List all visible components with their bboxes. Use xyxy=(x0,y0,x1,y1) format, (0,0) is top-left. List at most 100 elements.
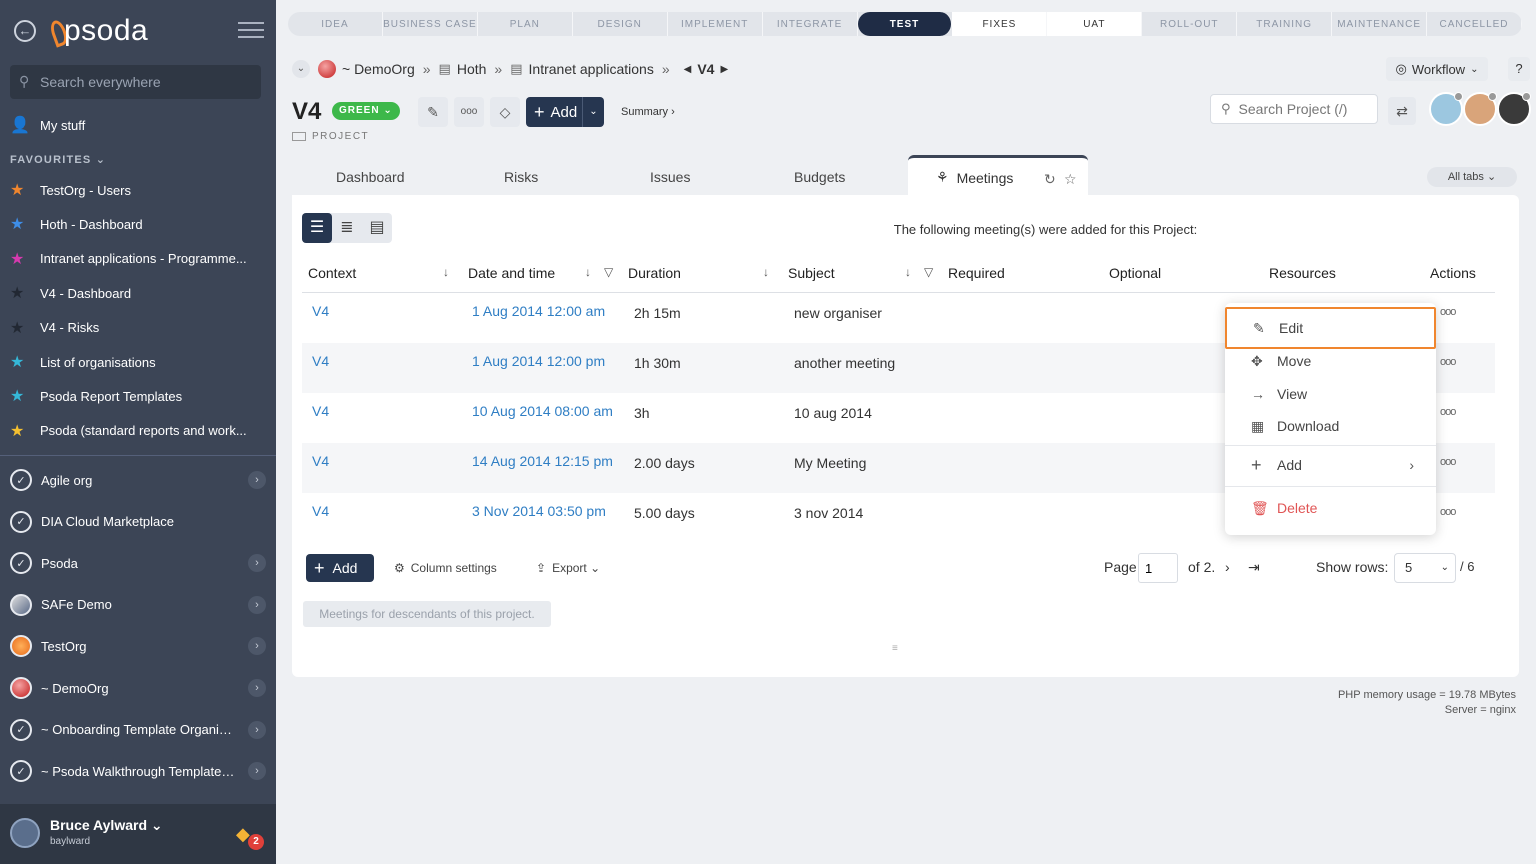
menu-move[interactable]: ✥ Move xyxy=(1225,346,1436,376)
breadcrumb-portfolio[interactable]: Hoth xyxy=(457,61,487,77)
breadcrumb-org[interactable]: ~ DemoOrg xyxy=(342,61,415,77)
column-settings-button[interactable]: ⚙ Column settings xyxy=(394,561,497,575)
favourite-item[interactable]: ★ TestOrg - Users xyxy=(10,178,260,202)
tab-dashboard[interactable]: Dashboard xyxy=(336,169,405,185)
tab-risks[interactable]: Risks xyxy=(504,169,538,185)
chevron-right-icon[interactable]: › xyxy=(248,762,266,781)
stage-training[interactable]: TRAINING xyxy=(1237,12,1333,36)
row-date-link[interactable]: 10 Aug 2014 08:00 am xyxy=(472,403,613,419)
row-context-link[interactable]: V4 xyxy=(312,303,329,319)
psoda-logo[interactable]: psoda xyxy=(64,14,148,48)
avatar[interactable] xyxy=(1497,92,1531,126)
row-actions-icon[interactable]: ooo xyxy=(1440,406,1456,418)
col-date[interactable]: Date and time xyxy=(468,265,555,281)
next-project-icon[interactable]: ▶ xyxy=(720,64,728,75)
stage-business-case[interactable]: BUSINESS CASE xyxy=(383,12,478,36)
org-item[interactable]: ✓ Psoda › xyxy=(10,548,268,578)
row-date-link[interactable]: 1 Aug 2014 12:00 am xyxy=(472,303,605,319)
resize-handle-icon[interactable]: ≡ xyxy=(892,643,898,654)
stage-cancelled[interactable]: CANCELLED xyxy=(1427,12,1522,36)
chevron-right-icon[interactable]: › xyxy=(248,679,266,697)
row-actions-icon[interactable]: ooo xyxy=(1440,356,1456,368)
sort-icon[interactable]: ↓ xyxy=(905,265,911,279)
menu-delete[interactable]: 🗑 Delete xyxy=(1225,493,1436,523)
rows-per-page-select[interactable]: 5 ⌄ xyxy=(1394,553,1456,583)
collapse-sidebar-icon[interactable] xyxy=(238,22,264,40)
favourite-item[interactable]: ★ V4 - Risks xyxy=(10,316,260,340)
add-meeting-button[interactable]: + Add xyxy=(306,554,374,582)
stage-idea[interactable]: IDEA xyxy=(288,12,383,36)
org-item[interactable]: ✓ ~ Psoda Walkthrough Template P... › xyxy=(10,756,268,786)
col-subject[interactable]: Subject xyxy=(788,265,835,281)
stage-design[interactable]: DESIGN xyxy=(573,12,668,36)
sort-icon[interactable]: ↓ xyxy=(585,265,591,279)
more-actions-button[interactable]: ooo xyxy=(454,97,484,127)
stage-roll-out[interactable]: ROLL-OUT xyxy=(1142,12,1238,36)
org-item[interactable]: ~ DemoOrg › xyxy=(10,673,268,703)
favourite-item[interactable]: ★ Intranet applications - Programme... xyxy=(10,247,260,271)
user-menu[interactable]: Bruce Aylward ⌄ xyxy=(50,817,163,834)
all-tabs-button[interactable]: All tabs ⌄ xyxy=(1427,167,1517,187)
stage-maintenance[interactable]: MAINTENANCE xyxy=(1332,12,1428,36)
chevron-right-icon[interactable]: › xyxy=(248,720,266,739)
stage-plan[interactable]: PLAN xyxy=(478,12,573,36)
add-button[interactable]: + Add ⌄ xyxy=(526,97,604,127)
favourites-header[interactable]: FAVOURITES ⌄ xyxy=(10,153,106,166)
chevron-right-icon[interactable]: › xyxy=(248,471,266,489)
row-context-link[interactable]: V4 xyxy=(312,403,329,419)
next-page-icon[interactable]: › xyxy=(1225,559,1230,575)
row-context-link[interactable]: V4 xyxy=(312,453,329,469)
breadcrumb-programme[interactable]: Intranet applications xyxy=(529,61,654,77)
sort-icon[interactable]: ↓ xyxy=(443,265,449,279)
menu-view[interactable]: → View xyxy=(1225,379,1436,409)
stage-test[interactable]: TEST xyxy=(857,12,953,36)
col-duration[interactable]: Duration xyxy=(628,265,681,281)
filter-icon[interactable]: ▽ xyxy=(924,265,933,279)
org-item[interactable]: ✓ DIA Cloud Marketplace xyxy=(10,507,268,537)
star-icon[interactable]: ☆ xyxy=(1064,171,1077,188)
filter-icon[interactable]: ▽ xyxy=(604,265,613,279)
org-item[interactable]: ✓ Agile org › xyxy=(10,465,268,495)
project-search[interactable]: ⚲ Search Project (/) xyxy=(1210,94,1378,124)
org-item[interactable]: SAFe Demo › xyxy=(10,590,268,620)
previous-project-icon[interactable]: ◀ xyxy=(684,64,692,75)
row-date-link[interactable]: 3 Nov 2014 03:50 pm xyxy=(472,503,606,519)
menu-edit[interactable]: ✎ Edit xyxy=(1225,307,1436,349)
favourite-item[interactable]: ★ List of organisations xyxy=(10,350,260,374)
row-date-link[interactable]: 1 Aug 2014 12:00 pm xyxy=(472,353,605,369)
descendants-button[interactable]: Meetings for descendants of this project… xyxy=(303,601,551,627)
favourite-item[interactable]: ★ Hoth - Dashboard xyxy=(10,212,260,236)
favourite-item[interactable]: ★ Psoda Report Templates xyxy=(10,384,260,408)
tag-button[interactable]: ◇ xyxy=(490,97,520,127)
summary-link[interactable]: Summary › xyxy=(621,106,675,118)
avatar[interactable] xyxy=(10,818,40,848)
row-context-link[interactable]: V4 xyxy=(312,503,329,519)
row-date-link[interactable]: 14 Aug 2014 12:15 pm xyxy=(472,453,613,469)
row-actions-icon[interactable]: ooo xyxy=(1440,456,1456,468)
last-page-icon[interactable]: ⇥ xyxy=(1248,559,1260,576)
row-actions-icon[interactable]: ooo xyxy=(1440,306,1456,318)
sort-icon[interactable]: ↓ xyxy=(763,265,769,279)
col-resources[interactable]: Resources xyxy=(1269,265,1336,281)
stage-integrate[interactable]: INTEGRATE xyxy=(763,12,858,36)
chevron-right-icon[interactable]: › xyxy=(248,595,266,614)
stage-fixes[interactable]: FIXES xyxy=(952,12,1048,36)
refresh-icon[interactable]: ↻ xyxy=(1044,171,1056,188)
chevron-down-icon[interactable]: ⌄ xyxy=(582,97,604,127)
row-context-link[interactable]: V4 xyxy=(312,353,329,369)
stage-implement[interactable]: IMPLEMENT xyxy=(668,12,763,36)
back-icon[interactable]: ← xyxy=(14,20,36,42)
menu-add[interactable]: + Add › xyxy=(1225,450,1436,480)
global-search-input[interactable] xyxy=(40,65,255,99)
chevron-down-icon[interactable]: ⌄ xyxy=(292,60,310,78)
export-button[interactable]: ⇪ Export ⌄ xyxy=(536,561,600,575)
help-button[interactable]: ? xyxy=(1508,57,1530,81)
tab-budgets[interactable]: Budgets xyxy=(794,169,845,185)
tab-meetings[interactable]: ⚘ Meetings ↻ ☆ xyxy=(908,155,1088,197)
col-context[interactable]: Context xyxy=(308,265,356,281)
col-optional[interactable]: Optional xyxy=(1109,265,1161,281)
my-stuff-link[interactable]: 👤 My stuff xyxy=(10,113,260,137)
chevron-right-icon[interactable]: › xyxy=(248,637,266,656)
avatar[interactable] xyxy=(1463,92,1497,126)
status-badge[interactable]: GREEN ⌄ xyxy=(332,102,400,120)
